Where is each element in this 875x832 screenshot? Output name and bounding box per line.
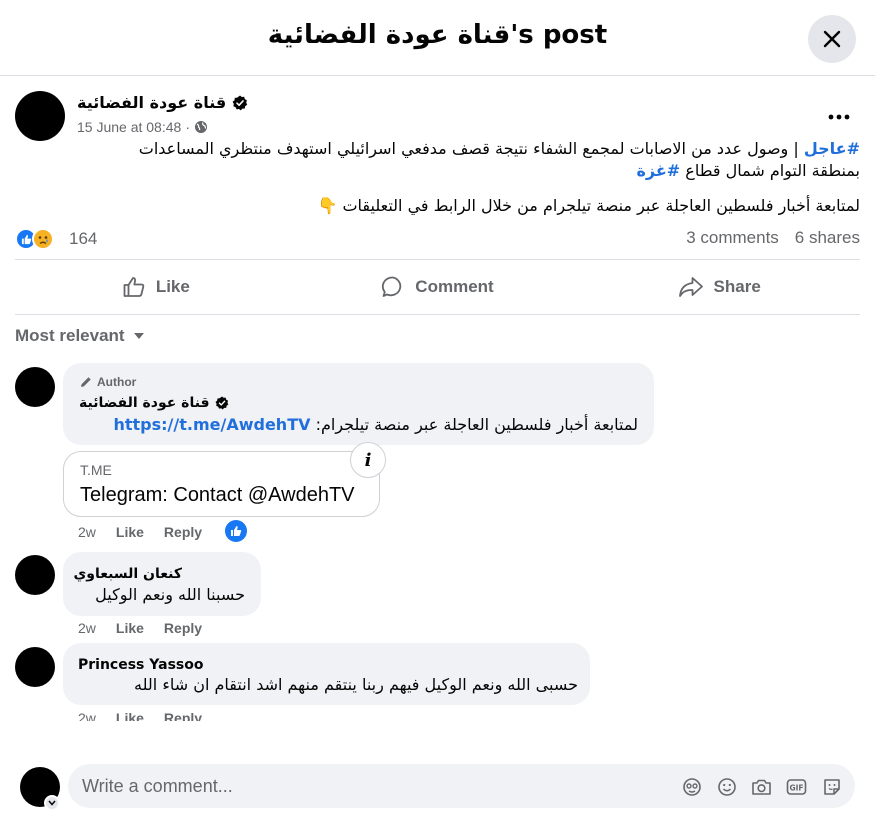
link-preview-card[interactable]: T.ME Telegram: Contact @AwdehTV	[63, 451, 380, 517]
share-label: Share	[713, 277, 761, 296]
page-name[interactable]: قناة عودة الفضائية	[77, 93, 226, 112]
commenter-name[interactable]: قناة عودة الفضائية	[79, 395, 210, 411]
share-button[interactable]: Share	[578, 260, 860, 314]
commenter-avatar[interactable]	[15, 367, 55, 407]
comment-reply-button[interactable]: Reply	[164, 524, 202, 540]
sort-label: Most relevant	[15, 326, 125, 345]
sad-reaction-icon	[32, 228, 54, 250]
commenter-avatar[interactable]	[15, 555, 55, 595]
comment-actions: 2w Like Reply	[78, 620, 202, 636]
caret-down-icon	[133, 333, 144, 339]
dialog-header: قناة عودة الفضائية's post	[0, 0, 875, 76]
close-button[interactable]	[808, 15, 856, 63]
verified-badge-icon	[215, 396, 228, 410]
telegram-link[interactable]: https://t.me/AwdehTV	[113, 415, 310, 434]
page-name-row: قناة عودة الفضائية	[77, 93, 248, 112]
comment-like-button[interactable]: Like	[116, 710, 144, 721]
hashtag-urgent[interactable]: #عاجل	[804, 139, 860, 158]
comment-time[interactable]: 2w	[78, 524, 96, 540]
post-text-line-3: لمتابعة أخبار فلسطين العاجلة عبر منصة تي…	[15, 196, 860, 216]
comment-bubble-icon	[382, 276, 402, 297]
reaction-count: 164	[69, 229, 98, 248]
comment-like-button[interactable]: Like	[116, 620, 144, 636]
dialog-title: قناة عودة الفضائية's post	[267, 20, 608, 50]
avatar-sticker-button[interactable]	[680, 775, 703, 798]
reactions-summary[interactable]: 164	[15, 226, 97, 252]
info-icon: i	[364, 449, 372, 471]
author-badge-label: Author	[97, 375, 137, 389]
share-arrow-icon	[678, 277, 703, 297]
comment-bubble	[63, 552, 261, 616]
sticker-button[interactable]	[820, 775, 843, 798]
page-avatar[interactable]	[15, 91, 65, 141]
commenter-name-row: قناة عودة الفضائية	[79, 395, 229, 411]
post-header: قناة عودة الفضائية 15 June at 08:48 ·	[15, 91, 860, 141]
comment-reply-button[interactable]: Reply	[164, 710, 202, 721]
comment-sort-dropdown[interactable]: Most relevant	[15, 326, 145, 346]
emoji-button[interactable]	[715, 775, 738, 798]
comment-text: لمتابعة أخبار فلسطين العاجلة عبر منصة تي…	[113, 415, 638, 434]
svg-text:GIF: GIF	[789, 783, 803, 792]
post-action-bar: Like Comment Share	[15, 259, 860, 315]
post-timestamp[interactable]: 15 June at 08:48	[77, 119, 181, 135]
comments-list: Author قناة عودة الفضائية لمتابعة أخبار …	[0, 355, 875, 721]
post-body-1: | وصول عدد من الاصابات لمجمع الشفاء نتيج…	[138, 139, 804, 158]
comment-text: حسبى الله ونعم الوكيل فيهم ربنا ينتقم من…	[134, 675, 578, 694]
post-body-2: بمنطقة التوام شمال قطاع	[680, 161, 860, 180]
commenter-name[interactable]: Princess Yassoo	[78, 657, 203, 673]
comment-actions: 2w Like Reply	[78, 524, 202, 540]
comment-label: Comment	[415, 277, 494, 296]
verified-badge-icon	[232, 95, 248, 110]
composer-tools: GIF	[680, 775, 843, 798]
post-meta: 15 June at 08:48 ·	[77, 119, 208, 135]
comment-composer: GIF	[0, 755, 875, 832]
gif-icon: GIF	[786, 778, 807, 795]
pencil-icon	[81, 377, 91, 387]
avatar-sticker-icon	[682, 777, 701, 796]
post-text-line-1: #عاجل | وصول عدد من الاصابات لمجمع الشفا…	[15, 139, 860, 159]
chevron-down-icon	[48, 800, 56, 806]
meta-separator: ·	[185, 119, 190, 135]
close-icon	[823, 30, 841, 48]
account-switcher[interactable]	[44, 795, 60, 811]
engagement-counts: 3 comments 6 shares	[686, 228, 860, 248]
comment-text-body: لمتابعة أخبار فلسطين العاجلة عبر منصة تي…	[310, 415, 638, 434]
comment-text: حسبنا الله ونعم الوكيل	[95, 585, 245, 604]
comment-like-button[interactable]: Like	[116, 524, 144, 540]
comment-actions: 2w Like Reply	[78, 710, 202, 721]
link-title: Telegram: Contact @AwdehTV	[80, 484, 355, 506]
post-body-3: لمتابعة أخبار فلسطين العاجلة عبر منصة تي…	[317, 196, 860, 215]
post-options-button[interactable]	[823, 101, 855, 133]
emoji-smile-icon	[717, 777, 736, 796]
comments-count[interactable]: 3 comments	[686, 228, 779, 248]
commenter-name[interactable]: كنعان السبعاوي	[73, 566, 182, 582]
comment-reply-button[interactable]: Reply	[164, 620, 202, 636]
link-domain: T.ME	[80, 462, 112, 478]
comment-bubble	[63, 643, 590, 705]
thumbs-up-icon	[123, 277, 145, 297]
hashtag-gaza[interactable]: #غزة	[636, 161, 680, 180]
comment-like-reaction-icon[interactable]	[225, 520, 247, 542]
gif-button[interactable]: GIF	[785, 775, 808, 798]
camera-icon	[752, 779, 771, 795]
comment-time[interactable]: 2w	[78, 620, 96, 636]
reaction-icons	[15, 227, 61, 251]
commenter-avatar[interactable]	[15, 647, 55, 687]
link-info-button[interactable]: i	[350, 442, 386, 478]
post-text-line-2: بمنطقة التوام شمال قطاع #غزة	[15, 161, 860, 181]
like-label: Like	[155, 277, 190, 296]
comment-button[interactable]: Comment	[297, 260, 579, 314]
photo-button[interactable]	[750, 775, 773, 798]
more-horizontal-icon	[828, 114, 850, 120]
like-button[interactable]: Like	[15, 260, 297, 314]
comment-time[interactable]: 2w	[78, 710, 96, 721]
author-badge: Author	[79, 375, 136, 389]
shares-count[interactable]: 6 shares	[795, 228, 860, 248]
sticker-icon	[823, 778, 840, 795]
globe-icon	[194, 121, 207, 133]
